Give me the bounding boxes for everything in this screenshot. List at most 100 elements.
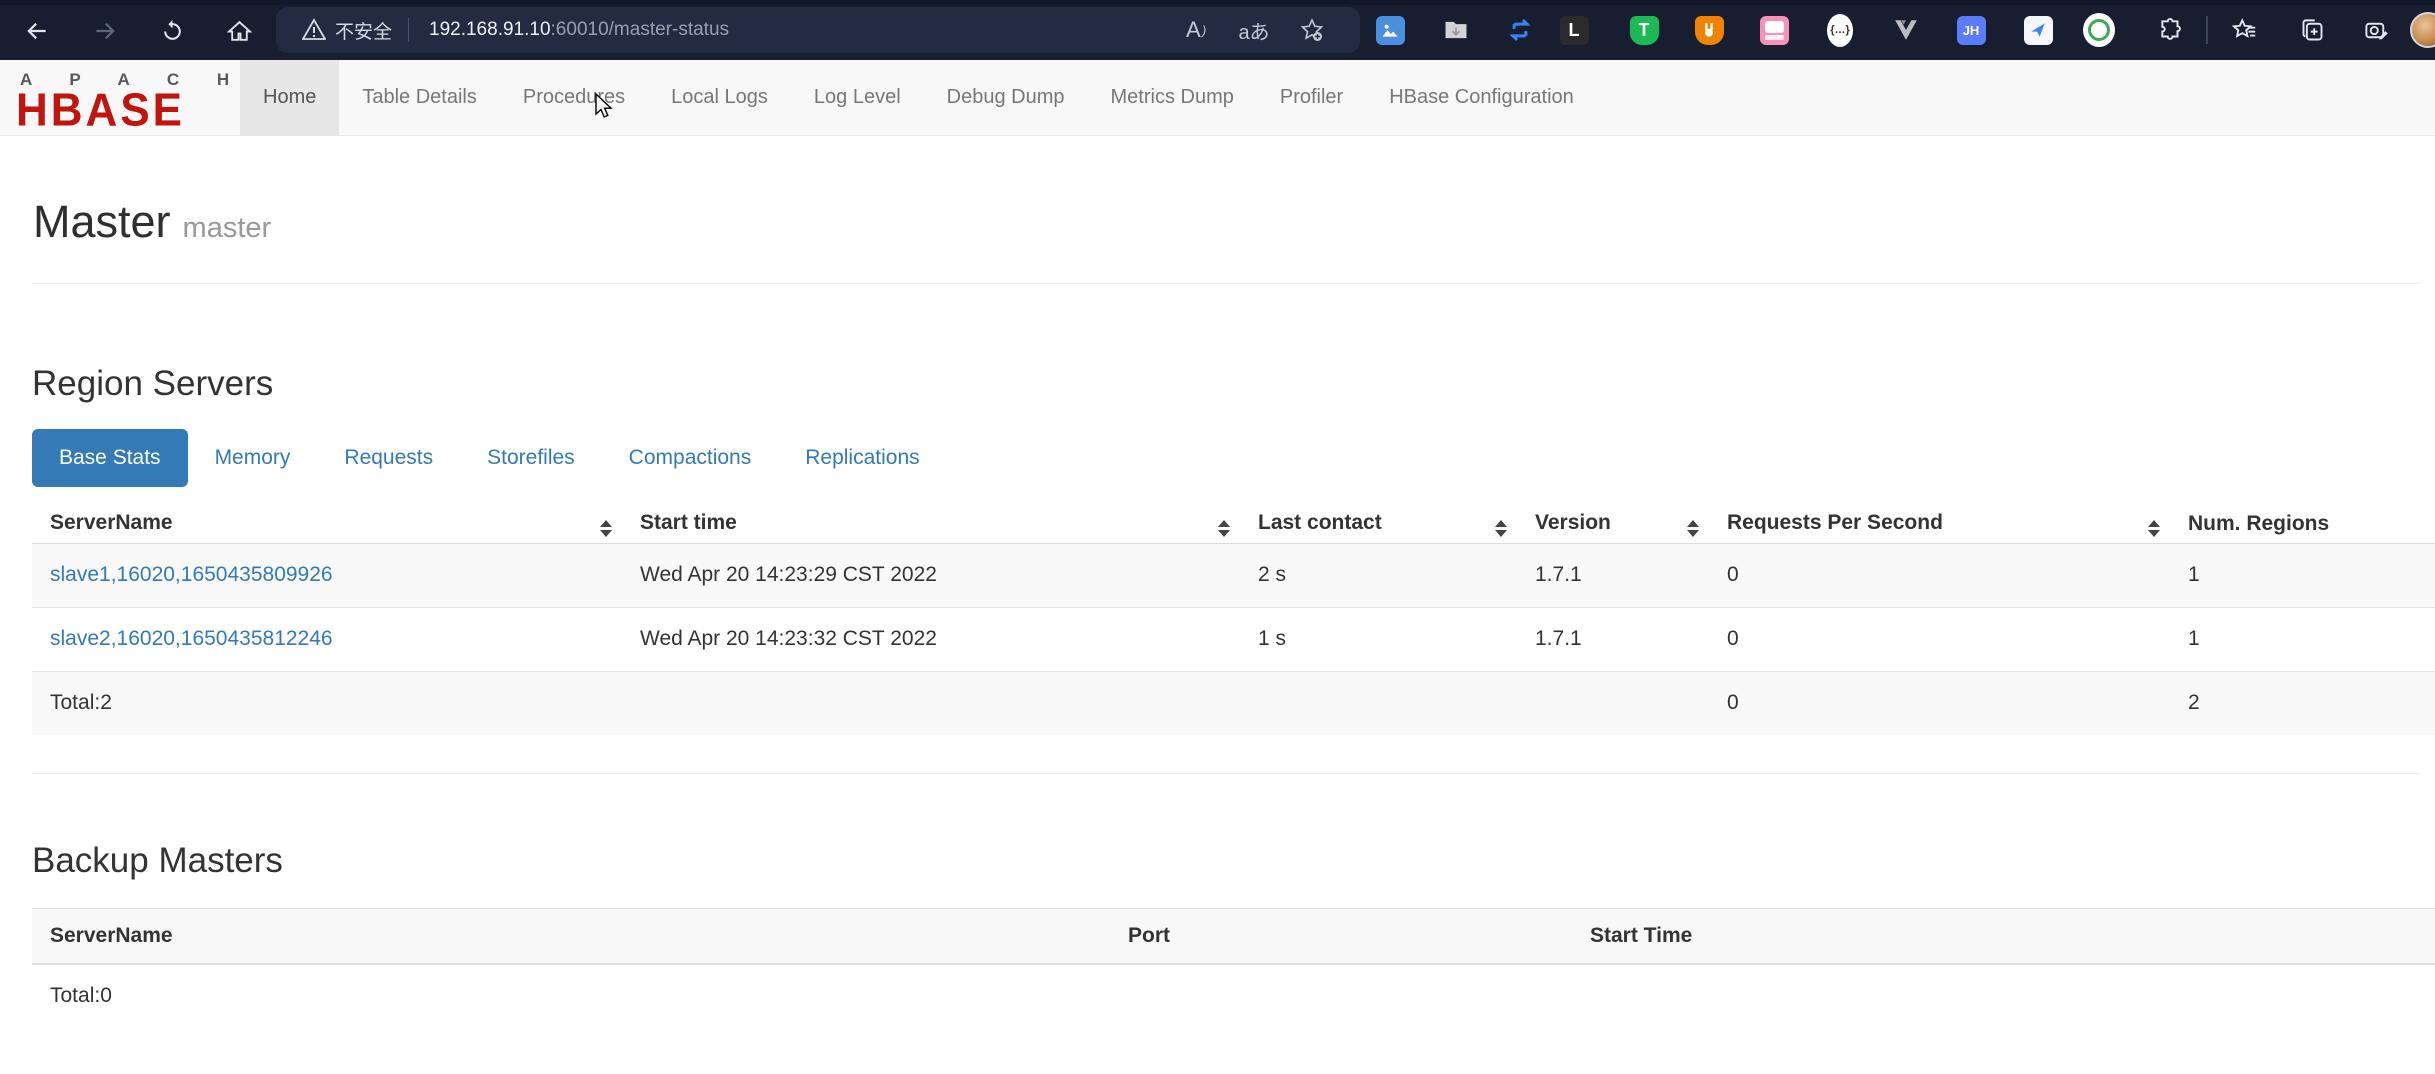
image-extension-icon[interactable]	[1374, 14, 1406, 46]
cell-total-label: Total:2	[32, 671, 622, 735]
cell-empty	[1110, 964, 1572, 1028]
cell-num-regions: 1	[2170, 607, 2435, 671]
translate-icon[interactable]: aあ	[1234, 15, 1274, 45]
cell-start-time: Wed Apr 20 14:23:29 CST 2022	[622, 543, 1240, 607]
extensions-puzzle-icon[interactable]	[2155, 14, 2187, 46]
col-servername[interactable]: ServerName	[32, 505, 622, 543]
col-requests-per-second[interactable]: Requests Per Second	[1709, 505, 2170, 543]
page-title: Mastermaster	[33, 196, 271, 248]
back-button[interactable]	[18, 12, 56, 50]
toolbar-separator	[2206, 16, 2208, 44]
nav-item-table-details[interactable]: Table Details	[339, 60, 500, 135]
favorites-add-icon[interactable]	[1292, 15, 1332, 45]
cell-empty	[1572, 964, 2435, 1028]
address-bar[interactable]: 不安全 192.168.91.10:60010/master-status A)…	[276, 7, 1360, 53]
tampermonkey-extension-icon[interactable]: T	[1628, 14, 1660, 46]
window-top-edge	[0, 0, 2435, 5]
col-start-time: Start Time	[1572, 909, 2435, 964]
url-host: 192.168.91.10	[429, 19, 551, 40]
col-num-regions[interactable]: Num. Regions	[2170, 505, 2435, 543]
rabbit-shield-extension-icon[interactable]	[1693, 14, 1725, 46]
col-port: Port	[1110, 909, 1572, 964]
sort-icon[interactable]	[1218, 520, 1230, 537]
region-servers-table: ServerName Start time Last contact Versi…	[32, 505, 2435, 735]
listly-extension-icon[interactable]: L	[1558, 14, 1590, 46]
backup-masters-heading: Backup Masters	[32, 841, 283, 881]
cell-last-contact: 1 s	[1240, 607, 1517, 671]
not-secure-warning-icon	[302, 18, 326, 42]
browser-toolbar: 不安全 192.168.91.10:60010/master-status A)…	[0, 0, 2435, 60]
sort-icon[interactable]	[1495, 520, 1507, 537]
address-divider	[408, 18, 409, 42]
backup-masters-table: ServerName Port Start Time Total:0	[32, 908, 2435, 1028]
bilibili-extension-icon[interactable]	[1758, 14, 1790, 46]
ring-extension-icon[interactable]	[2083, 14, 2115, 46]
url-text[interactable]: 192.168.91.10:60010/master-status	[429, 19, 729, 41]
collections-star-icon[interactable]	[2228, 14, 2260, 46]
backup-masters-header-row: ServerName Port Start Time	[32, 909, 2435, 964]
sync-arrows-extension-icon[interactable]	[1504, 14, 1536, 46]
cell-servername: slave2,16020,1650435812246	[32, 607, 622, 671]
screen: 不安全 192.168.91.10:60010/master-status A)…	[0, 0, 2435, 1074]
nav-item-debug-dump[interactable]: Debug Dump	[924, 60, 1088, 135]
cell-empty	[622, 671, 1240, 735]
nav-items: Home Table Details Procedures Local Logs…	[240, 60, 1597, 135]
cell-empty	[1517, 671, 1709, 735]
logo-hbase-text: HBASE	[16, 90, 228, 132]
web-capture-icon[interactable]	[2360, 14, 2392, 46]
url-path: :60010/master-status	[551, 19, 729, 40]
cell-total-requests: 0	[1709, 671, 2170, 735]
profile-avatar[interactable]	[2410, 12, 2435, 48]
bird-extension-icon[interactable]	[2022, 14, 2054, 46]
tab-replications[interactable]: Replications	[778, 429, 946, 487]
sort-icon[interactable]	[600, 520, 612, 537]
page-title-text: Master	[33, 196, 171, 247]
sort-icon[interactable]	[1687, 520, 1699, 537]
vue-devtools-extension-icon[interactable]	[1890, 14, 1922, 46]
col-last-contact[interactable]: Last contact	[1240, 505, 1517, 543]
cell-total-regions: 2	[2170, 671, 2435, 735]
jh-extension-icon[interactable]: JH	[1955, 14, 1987, 46]
home-button[interactable]	[220, 12, 258, 50]
security-label[interactable]: 不安全	[335, 17, 392, 44]
nav-item-local-logs[interactable]: Local Logs	[648, 60, 791, 135]
nav-item-hbase-configuration[interactable]: HBase Configuration	[1366, 60, 1597, 135]
tab-storefiles[interactable]: Storefiles	[460, 429, 602, 487]
tab-base-stats[interactable]: Base Stats	[32, 429, 188, 487]
json-formatter-extension-icon[interactable]: {…}	[1824, 14, 1856, 46]
cell-version: 1.7.1	[1517, 543, 1709, 607]
sort-icon[interactable]	[2148, 520, 2160, 537]
forward-button[interactable]	[86, 12, 124, 50]
table-row: slave2,16020,1650435812246 Wed Apr 20 14…	[32, 607, 2435, 671]
col-servername: ServerName	[32, 909, 1110, 964]
cell-servername: slave1,16020,1650435809926	[32, 543, 622, 607]
tab-compactions[interactable]: Compactions	[602, 429, 779, 487]
add-tabs-icon[interactable]	[2296, 14, 2328, 46]
divider	[32, 283, 2420, 284]
table-row: slave1,16020,1650435809926 Wed Apr 20 14…	[32, 543, 2435, 607]
nav-item-procedures[interactable]: Procedures	[500, 60, 648, 135]
cell-total-label: Total:0	[32, 964, 1110, 1028]
nav-item-metrics-dump[interactable]: Metrics Dump	[1088, 60, 1257, 135]
nav-item-home[interactable]: Home	[240, 60, 339, 135]
region-servers-heading: Region Servers	[32, 364, 273, 404]
nav-item-profiler[interactable]: Profiler	[1257, 60, 1366, 135]
total-row: Total:0	[32, 964, 2435, 1028]
col-start-time[interactable]: Start time	[622, 505, 1240, 543]
server-link-slave1[interactable]: slave1,16020,1650435809926	[50, 563, 333, 586]
folder-extension-icon[interactable]	[1440, 14, 1472, 46]
cell-last-contact: 2 s	[1240, 543, 1517, 607]
tab-requests[interactable]: Requests	[317, 429, 460, 487]
tab-memory[interactable]: Memory	[188, 429, 318, 487]
server-link-slave2[interactable]: slave2,16020,1650435812246	[50, 627, 333, 650]
col-version[interactable]: Version	[1517, 505, 1709, 543]
cell-num-regions: 1	[2170, 543, 2435, 607]
cell-empty	[1240, 671, 1517, 735]
cell-version: 1.7.1	[1517, 607, 1709, 671]
refresh-button[interactable]	[153, 12, 191, 50]
read-aloud-icon[interactable]: A)	[1176, 15, 1216, 45]
hbase-logo[interactable]: A P A C H E HBASE	[16, 70, 228, 130]
cell-start-time: Wed Apr 20 14:23:32 CST 2022	[622, 607, 1240, 671]
nav-item-log-level[interactable]: Log Level	[791, 60, 924, 135]
region-servers-tabs: Base Stats Memory Requests Storefiles Co…	[32, 429, 947, 487]
